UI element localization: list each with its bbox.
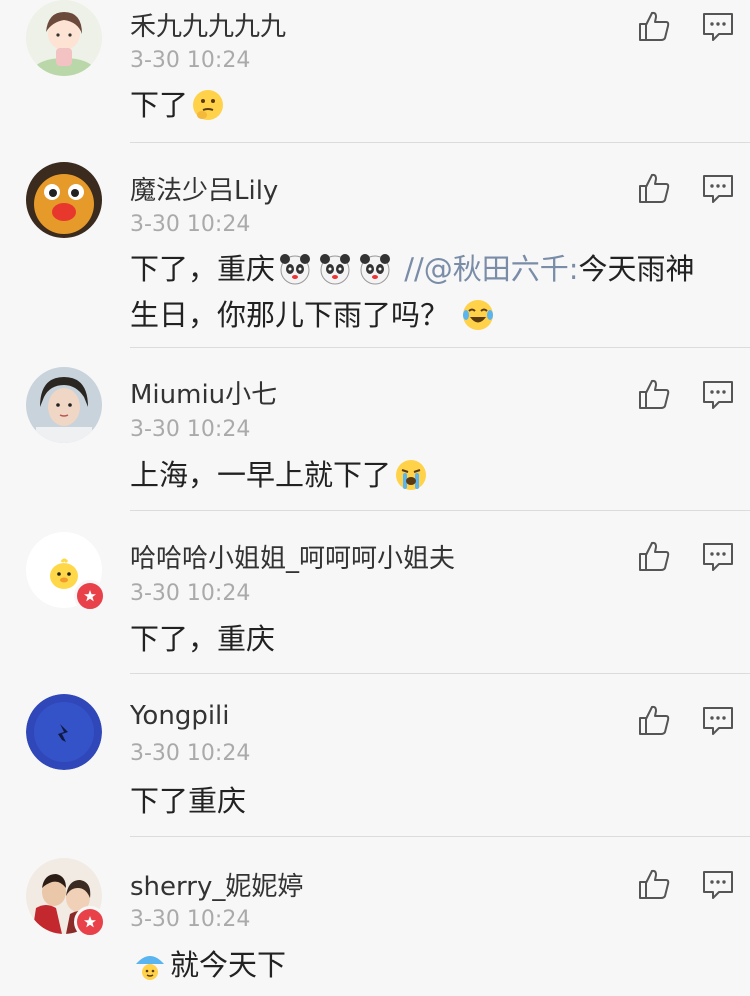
comment-body: 下了，重庆	[130, 252, 276, 286]
comment-bubble-icon[interactable]	[701, 10, 735, 42]
couple-photo-avatar[interactable]	[26, 858, 106, 938]
comment-body: 下了	[130, 88, 189, 122]
comment-bubble-icon[interactable]	[701, 378, 735, 410]
comment-text: 上海，一早上就下了	[130, 452, 720, 498]
comment-username[interactable]: 禾九九九九九	[130, 6, 286, 43]
thumbs-up-icon[interactable]	[637, 172, 671, 204]
comment-username[interactable]: Miumiu小七	[130, 374, 277, 411]
divider	[130, 347, 750, 348]
panda-emoji	[358, 252, 392, 286]
thumbs-up-icon[interactable]	[637, 868, 671, 900]
thumbs-up-icon[interactable]	[637, 378, 671, 410]
comment-body: 上海，一早上就下了	[130, 458, 392, 492]
blue-bird-avatar[interactable]	[26, 694, 102, 770]
panda-emoji	[278, 252, 312, 286]
crying-emoji	[394, 458, 428, 492]
comment-username[interactable]: Yongpili	[130, 701, 230, 731]
rain-umbrella-emoji	[133, 948, 167, 982]
comment-bubble-icon[interactable]	[701, 704, 735, 736]
yellow-duck-avatar[interactable]	[26, 532, 106, 612]
comment-text: 下了，重庆	[130, 616, 720, 662]
comment-time: 3-30 10:24	[130, 212, 251, 237]
divider	[130, 510, 750, 511]
comment-body: 就今天下	[170, 948, 287, 982]
thumbs-up-icon[interactable]	[637, 10, 671, 42]
cartoon-duck-avatar[interactable]	[26, 162, 102, 238]
verified-star-icon	[74, 906, 106, 938]
comment-text: 下了，重庆 //@秋田六千:今天雨神生日，你那儿下雨了吗？	[130, 246, 720, 338]
comment-username[interactable]: 哈哈哈小姐姐_呵呵呵小姐夫	[130, 538, 455, 575]
thinking-emoji	[191, 88, 225, 122]
comment-bubble-icon[interactable]	[701, 172, 735, 204]
comment-text: 就今天下	[130, 942, 720, 988]
girl-photo-avatar[interactable]	[26, 367, 102, 443]
comment-username[interactable]: sherry_妮妮婷	[130, 866, 303, 903]
comment-bubble-icon[interactable]	[701, 868, 735, 900]
thumbs-up-icon[interactable]	[637, 704, 671, 736]
comment-time: 3-30 10:24	[130, 581, 251, 606]
divider	[130, 673, 750, 674]
panda-emoji	[318, 252, 352, 286]
mention-link[interactable]: //@秋田六千:	[404, 252, 578, 286]
divider	[130, 836, 750, 837]
comment-time: 3-30 10:24	[130, 417, 251, 442]
comment-time: 3-30 10:24	[130, 741, 251, 766]
comment-username[interactable]: 魔法少吕Lily	[130, 170, 278, 207]
divider	[130, 142, 750, 143]
girl-cartoon-avatar[interactable]	[26, 0, 102, 76]
comment-time: 3-30 10:24	[130, 48, 251, 73]
laughing-tears-emoji	[461, 298, 495, 332]
comment-bubble-icon[interactable]	[701, 540, 735, 572]
thumbs-up-icon[interactable]	[637, 540, 671, 572]
verified-star-icon	[74, 580, 106, 612]
comment-body: 下了重庆	[130, 784, 247, 818]
comment-text: 下了重庆	[130, 778, 720, 824]
comment-body: 下了，重庆	[130, 622, 276, 656]
comment-time: 3-30 10:24	[130, 907, 251, 932]
comment-text: 下了	[130, 82, 720, 128]
